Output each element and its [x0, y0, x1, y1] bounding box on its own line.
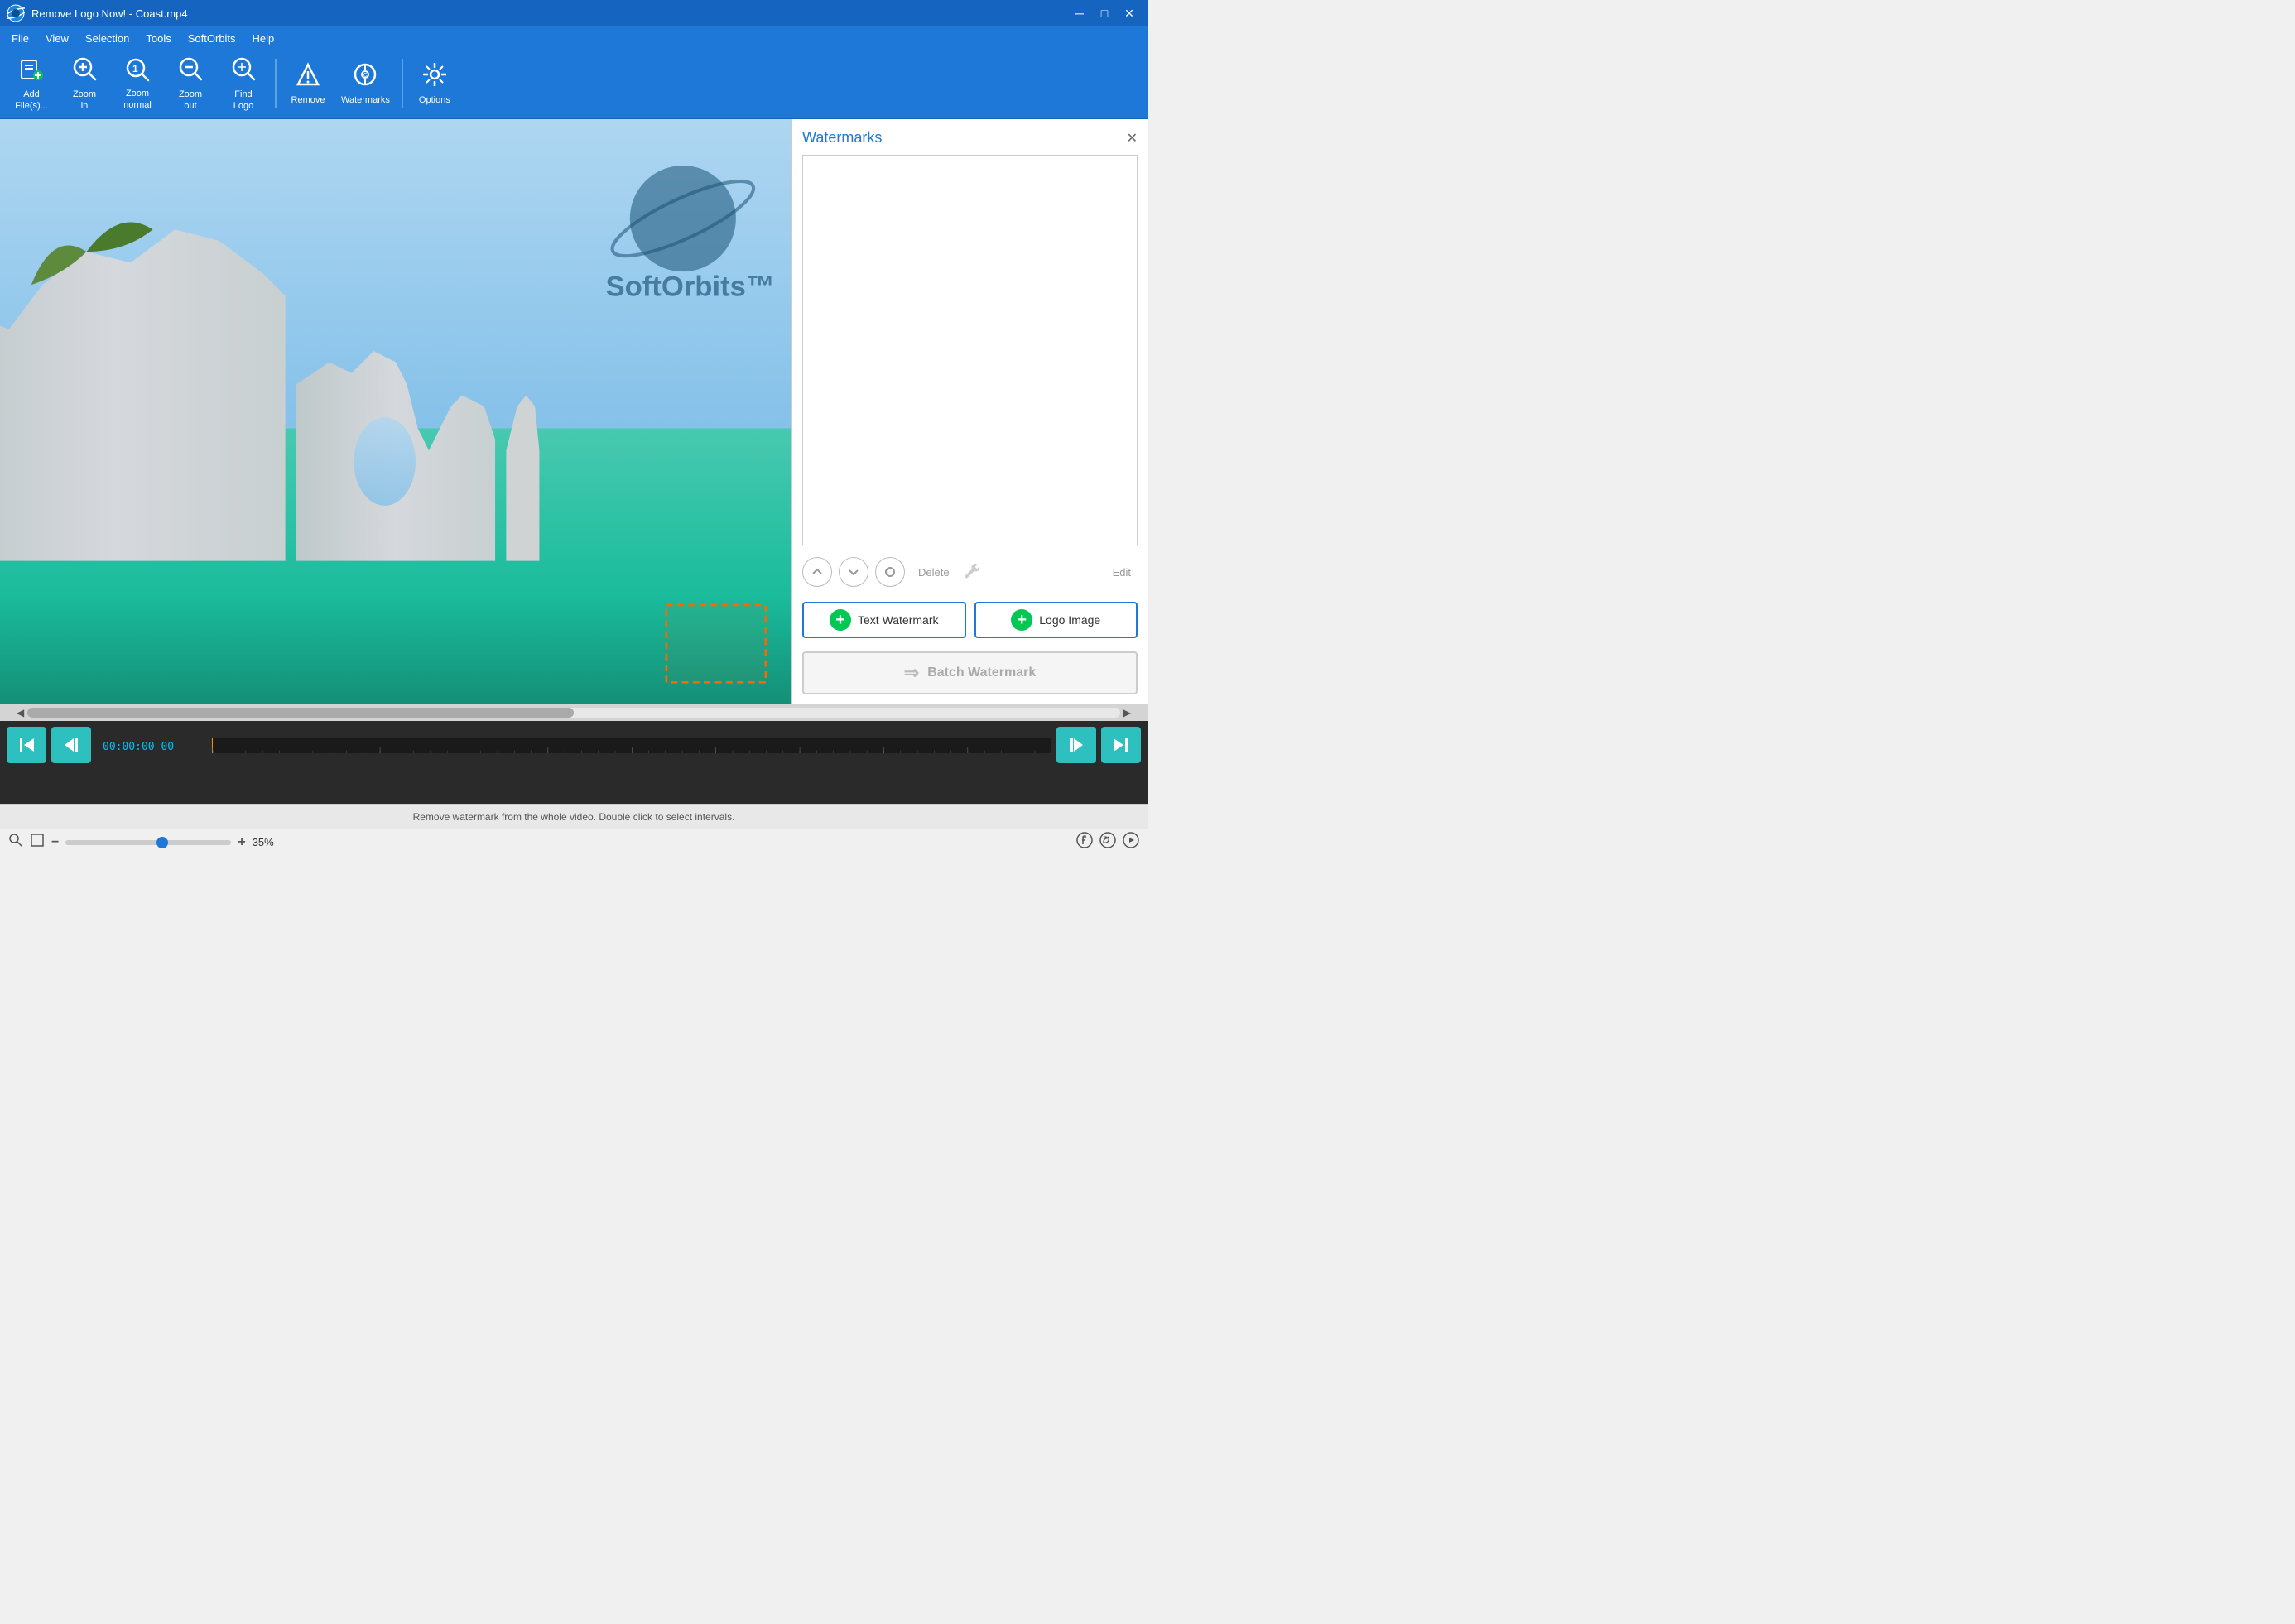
zoom-in-button[interactable]: Zoomin [60, 54, 109, 113]
wrench-icon [963, 562, 979, 583]
zoom-out-icon [177, 55, 204, 86]
zoom-thumb [156, 837, 168, 848]
timeline-controls: 00:00:00 00 [0, 721, 1148, 769]
minimize-button[interactable]: ─ [1068, 3, 1091, 23]
watermarks-icon: © [352, 61, 378, 92]
timeline-end-button[interactable] [1101, 727, 1141, 763]
find-logo-label: FindLogo [233, 89, 253, 111]
menu-tools[interactable]: Tools [137, 29, 179, 48]
panel-header: Watermarks ✕ [802, 129, 1138, 147]
timeline-next-button[interactable] [1056, 727, 1096, 763]
ruler-svg [212, 738, 1051, 753]
batch-watermark-label: Batch Watermark [927, 665, 1036, 680]
scroll-track[interactable] [27, 708, 1120, 718]
video-canvas: SoftOrbits™ [0, 119, 791, 704]
remove-icon [295, 61, 321, 92]
options-label: Options [419, 95, 450, 106]
menu-view[interactable]: View [37, 29, 77, 48]
window-controls: ─ □ ✕ [1068, 3, 1141, 23]
menu-selection[interactable]: Selection [77, 29, 137, 48]
zoom-normal-icon-wrap: 1 [124, 56, 151, 85]
video-area[interactable]: SoftOrbits™ [0, 119, 791, 704]
scroll-right-arrow[interactable]: ▶ [1123, 707, 1131, 718]
svg-text:SoftOrbits™: SoftOrbits™ [605, 271, 774, 302]
window-title: Remove Logo Now! - Coast.mp4 [31, 7, 188, 20]
status-text: Remove watermark from the whole video. D… [10, 811, 1138, 823]
batch-watermark-button[interactable]: ⇒ Batch Watermark [802, 651, 1138, 694]
timeline-start-button[interactable] [7, 727, 46, 763]
ruler-container [212, 738, 1051, 753]
find-logo-button[interactable]: FindLogo [219, 54, 268, 113]
watermarks-panel: Watermarks ✕ Delete Edit + Text Waterma [791, 119, 1148, 704]
facebook-icon[interactable] [1076, 832, 1093, 853]
timeline-area: 00:00:00 00 [0, 721, 1148, 804]
add-files-icon [18, 55, 45, 86]
add-files-label: AddFile(s)... [15, 89, 48, 111]
menu-file[interactable]: File [3, 29, 37, 48]
watermarks-button[interactable]: © Watermarks [336, 54, 395, 113]
options-icon [421, 61, 448, 92]
edit-button[interactable]: Edit [1106, 563, 1138, 582]
svg-text:©: © [362, 70, 369, 80]
maximize-button[interactable]: □ [1093, 3, 1116, 23]
status-bar: Remove watermark from the whole video. D… [0, 804, 1148, 829]
options-button[interactable]: Options [410, 54, 459, 113]
cliff-scene: SoftOrbits™ [0, 119, 791, 704]
toolbar-separator-2 [402, 59, 403, 108]
main-area: SoftOrbits™ Watermarks ✕ Delete [0, 119, 1148, 704]
zoom-in-icon [71, 55, 98, 86]
social-icons [1076, 832, 1139, 853]
menu-softorbits[interactable]: SoftOrbits [180, 29, 244, 48]
text-watermark-label: Text Watermark [858, 613, 939, 627]
move-down-button[interactable] [839, 557, 868, 587]
add-files-button[interactable]: AddFile(s)... [7, 54, 56, 113]
zoom-normal-button[interactable]: 1 Zoomnormal [113, 54, 162, 113]
menu-help[interactable]: Help [244, 29, 283, 48]
remove-button[interactable]: Remove [283, 54, 333, 113]
horizontal-scrollbar[interactable]: ◀ ▶ [0, 704, 1148, 721]
toolbar-separator-1 [275, 59, 277, 108]
watermarks-label: Watermarks [341, 95, 390, 106]
menu-bar: File View Selection Tools SoftOrbits Hel… [0, 26, 1148, 50]
text-watermark-button[interactable]: + Text Watermark [802, 602, 966, 638]
timeline-track[interactable]: 00:00:00 00 [96, 738, 1051, 753]
title-bar: Remove Logo Now! - Coast.mp4 ─ □ ✕ [0, 0, 1148, 26]
text-watermark-plus-icon: + [830, 609, 851, 631]
circle-button[interactable] [875, 557, 905, 587]
timeline-prev-button[interactable] [51, 727, 91, 763]
zoom-normal-label: Zoomnormal [123, 89, 152, 110]
zoom-slider[interactable] [65, 840, 231, 845]
watermark-controls: Delete Edit [802, 554, 1138, 590]
svg-text:1: 1 [132, 63, 138, 74]
bottom-toolbar: − + 35% [0, 829, 1148, 855]
toolbar: AddFile(s)... Zoomin 1 Zoomnormal [0, 50, 1148, 119]
add-watermark-buttons: + Text Watermark + Logo Image [802, 602, 1138, 638]
remove-label: Remove [291, 95, 325, 106]
scroll-thumb [27, 708, 574, 718]
logo-image-button[interactable]: + Logo Image [974, 602, 1138, 638]
find-logo-icon [230, 55, 257, 86]
delete-button[interactable]: Delete [912, 563, 956, 582]
watermark-list[interactable] [802, 155, 1138, 545]
scroll-left-arrow[interactable]: ◀ [17, 707, 24, 718]
zoom-percent: 35% [253, 836, 282, 848]
logo-image-plus-icon: + [1011, 609, 1032, 631]
batch-arrow-icon: ⇒ [904, 662, 919, 684]
move-up-button[interactable] [802, 557, 832, 587]
zoom-plus-button[interactable]: + [238, 835, 245, 850]
close-button[interactable]: ✕ [1118, 3, 1141, 23]
crop-icon [30, 833, 45, 852]
zoom-out-button[interactable]: Zoomout [166, 54, 215, 113]
app-logo [7, 4, 25, 22]
youtube-icon[interactable] [1123, 832, 1139, 853]
twitter-icon[interactable] [1099, 832, 1116, 853]
panel-close-button[interactable]: ✕ [1127, 130, 1138, 147]
panel-title: Watermarks [802, 129, 882, 147]
zoom-minus-button[interactable]: − [51, 835, 59, 850]
magnify-icon [8, 833, 23, 852]
zoom-out-label: Zoomout [179, 89, 202, 111]
logo-image-label: Logo Image [1039, 613, 1100, 627]
zoom-in-label: Zoomin [73, 89, 96, 111]
